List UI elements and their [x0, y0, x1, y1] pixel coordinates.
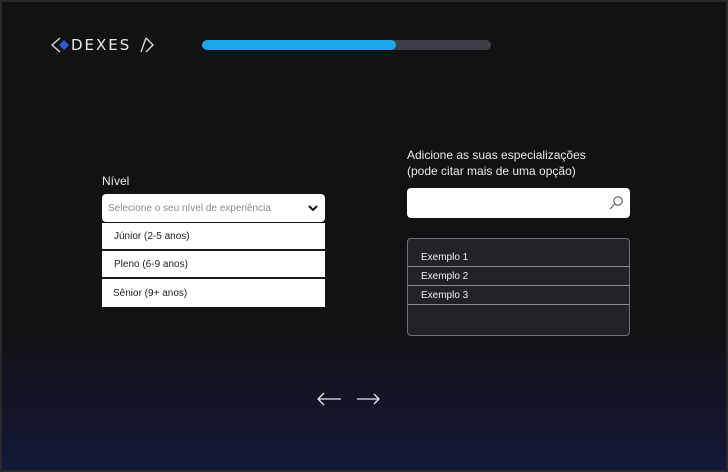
diamond-icon [59, 40, 69, 50]
nivel-label: Nível [102, 174, 130, 188]
option-label: Sênior (9+ anos) [113, 287, 188, 299]
specializations-label-line1: Adicione as suas especializações [407, 148, 586, 162]
list-item[interactable]: Exemplo 3 [408, 286, 629, 305]
progress-bar [202, 40, 491, 50]
option-label: Pleno (6-9 anos) [114, 258, 188, 270]
next-button[interactable] [356, 391, 382, 412]
slash-bracket-right-icon [140, 37, 155, 53]
nivel-select-placeholder: Selecione o seu nível de experiência [108, 202, 271, 214]
progress-bar-fill [202, 40, 396, 50]
nivel-option-pleno[interactable]: Pleno (6-9 anos) [102, 251, 325, 279]
nivel-option-list: Júnior (2-5 anos) Pleno (6-9 anos) Sênio… [102, 223, 325, 307]
app-frame: DEXES Nível Selecione o seu nível de exp… [0, 0, 728, 472]
search-input[interactable] [413, 193, 605, 215]
specializations-label: Adicione as suas especializações (pode c… [407, 147, 586, 179]
list-item[interactable]: Exemplo 2 [408, 267, 629, 286]
specializations-list: Exemplo 1 Exemplo 2 Exemplo 3 [407, 238, 630, 336]
logo: DEXES [50, 35, 155, 55]
arrow-right-icon [357, 393, 380, 405]
specializations-label-line2: (pode citar mais de uma opção) [407, 164, 576, 178]
logo-text: DEXES [71, 36, 132, 54]
back-button[interactable] [316, 391, 342, 412]
nivel-select[interactable]: Selecione o seu nível de experiência [102, 194, 325, 222]
chevron-down-icon[interactable] [303, 204, 323, 212]
arrow-left-icon [317, 392, 341, 406]
specializations-search[interactable] [407, 188, 630, 218]
search-icon[interactable] [608, 195, 624, 216]
nivel-option-senior[interactable]: Sênior (9+ anos) [102, 279, 325, 307]
nivel-option-junior[interactable]: Júnior (2-5 anos) [102, 223, 325, 251]
option-label: Júnior (2-5 anos) [114, 230, 190, 242]
list-item[interactable]: Exemplo 1 [408, 248, 629, 267]
